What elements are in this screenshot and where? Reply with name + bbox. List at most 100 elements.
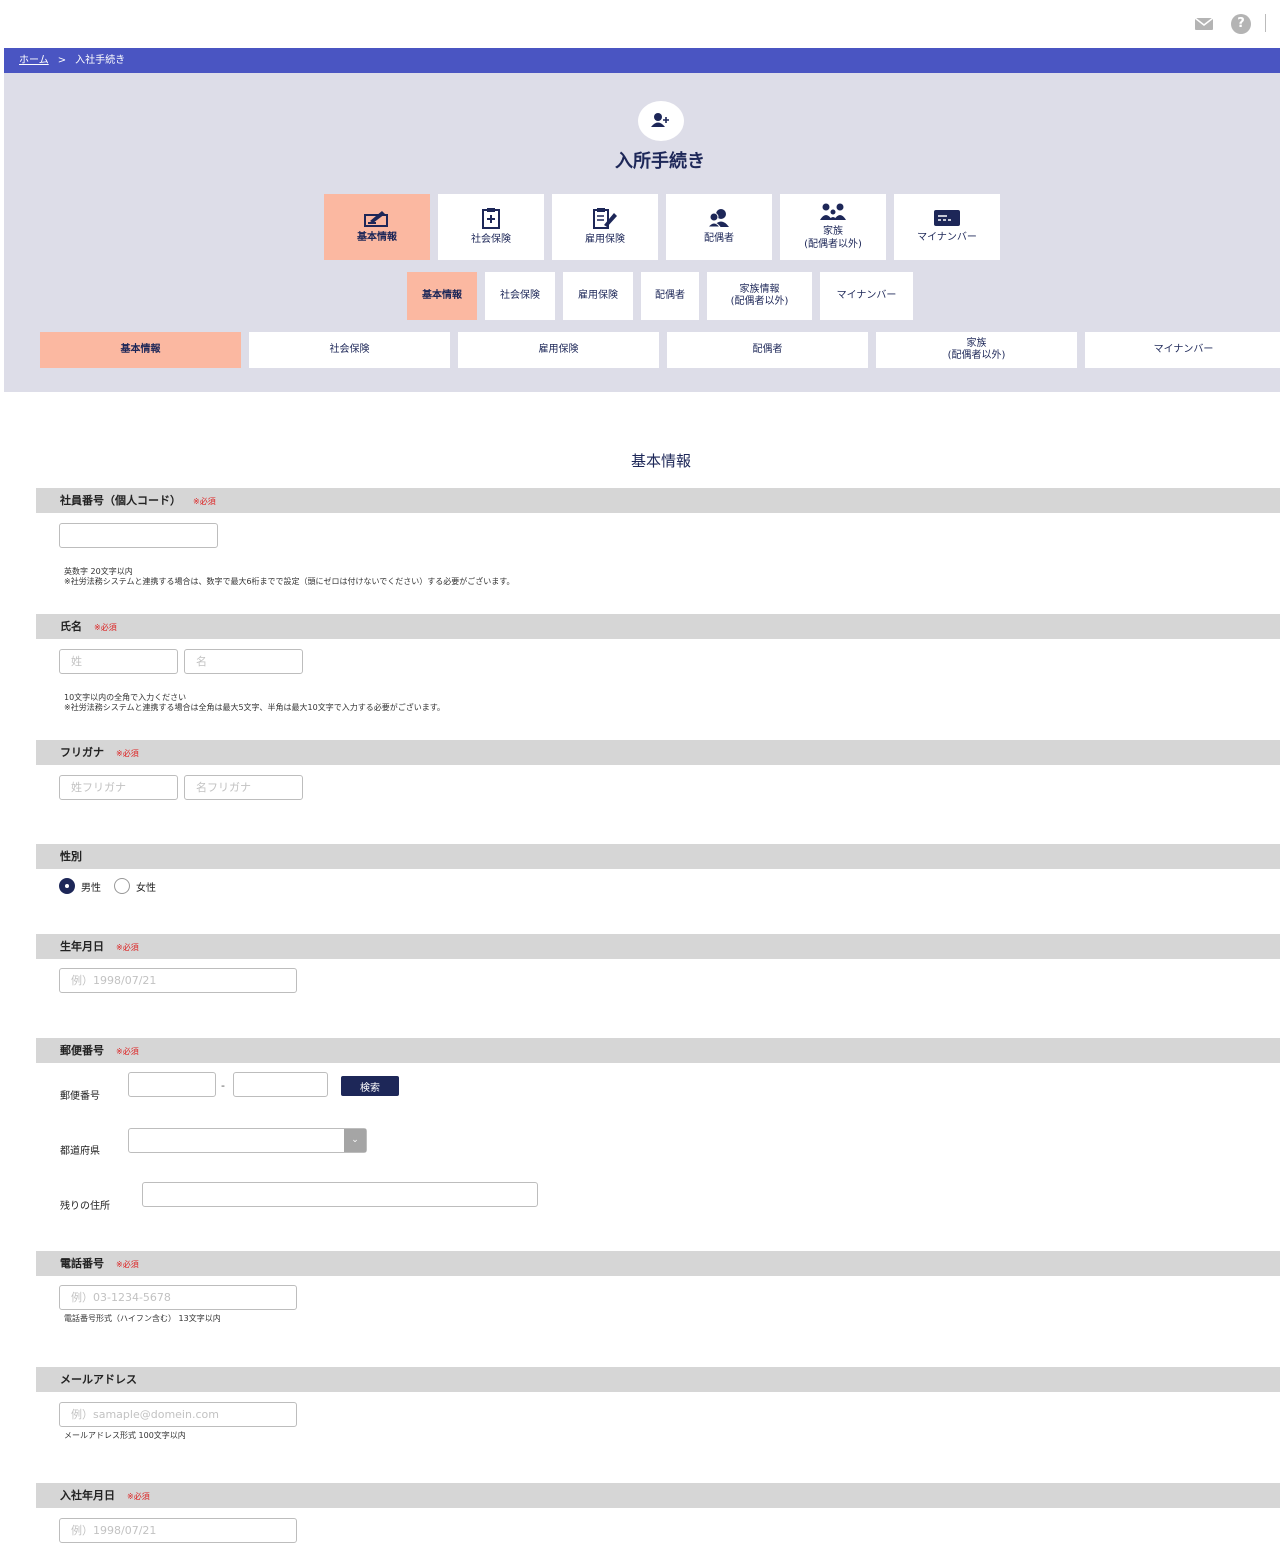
- sub-tab-my-number[interactable]: マイナンバー: [820, 272, 913, 320]
- required-badge: ※必須: [116, 943, 139, 952]
- main-tabs: 基本情報 社会保険 雇用保険 配偶者 家族 (配偶者以外) マイナンバー: [324, 194, 1000, 260]
- field-label: 郵便番号: [60, 1044, 104, 1057]
- breadcrumb-current: 入社手続き: [75, 55, 126, 66]
- field-label: 性別: [60, 850, 82, 863]
- main-tab-my-number[interactable]: マイナンバー: [894, 194, 1000, 260]
- name-note: 10文字以内の全角で入力ください ※社労法務システムと連携する場合は全角は最大5…: [64, 693, 445, 713]
- wide-tab-social-insurance[interactable]: 社会保険: [249, 332, 450, 368]
- postal-search-button[interactable]: 検索: [341, 1076, 399, 1096]
- note-line: 10文字以内の全角で入力ください: [64, 693, 187, 702]
- last-name-input[interactable]: [59, 649, 178, 674]
- breadcrumb-home-link[interactable]: ホーム: [19, 55, 49, 66]
- field-header-name: 氏名 ※必須: [36, 614, 1280, 639]
- first-name-input[interactable]: [184, 649, 303, 674]
- field-label: 入社年月日: [60, 1489, 115, 1502]
- employee-no-input[interactable]: [59, 523, 218, 548]
- phone-note: 電話番号形式（ハイフン含む） 13文字以内: [64, 1314, 221, 1323]
- wide-tab-spouse[interactable]: 配偶者: [667, 332, 868, 368]
- field-header-postal: 郵便番号 ※必須: [36, 1038, 1280, 1063]
- radio-label: 男性: [81, 882, 101, 894]
- section-title: 基本情報: [630, 452, 691, 470]
- wide-tab-my-number[interactable]: マイナンバー: [1085, 332, 1280, 368]
- postal-sub-label: 郵便番号: [60, 1091, 100, 1102]
- main-tab-label: 社会保険: [471, 234, 511, 246]
- join-date-input[interactable]: [59, 1518, 297, 1543]
- sub-tab-family[interactable]: 家族情報 (配偶者以外): [707, 272, 812, 320]
- field-header-employee-no: 社員番号（個人コード） ※必須: [36, 488, 1280, 513]
- prefecture-label: 都道府県: [60, 1146, 100, 1157]
- field-header-gender: 性別: [36, 844, 1280, 869]
- gender-radio-female[interactable]: 女性: [114, 878, 156, 894]
- hero-panel: 入所手続き 基本情報 社会保険 雇用保険 配偶者 家族 (配偶者以外) マイナン…: [4, 73, 1280, 392]
- wide-tab-basic-info[interactable]: 基本情報: [40, 332, 241, 368]
- main-tab-basic-info[interactable]: 基本情報: [324, 194, 430, 260]
- wide-tabs: 基本情報 社会保険 雇用保険 配偶者 家族 (配偶者以外) マイナンバー: [40, 332, 1280, 368]
- field-header-email: メールアドレス: [36, 1367, 1280, 1392]
- field-label: 氏名: [60, 620, 82, 633]
- basic-info-icon: [364, 211, 388, 228]
- main-tab-employment-insurance[interactable]: 雇用保険: [552, 194, 658, 260]
- required-badge: ※必須: [94, 623, 117, 632]
- postal-dash: -: [221, 1079, 225, 1092]
- clipboard-pen-icon: [593, 208, 617, 230]
- mail-icon[interactable]: [1195, 18, 1213, 30]
- email-note: メールアドレス形式 100文字以内: [64, 1431, 186, 1440]
- field-label: 電話番号: [60, 1257, 104, 1270]
- wide-tab-family[interactable]: 家族 (配偶者以外): [876, 332, 1077, 368]
- avatar: [638, 101, 684, 141]
- postal-code-first-input[interactable]: [128, 1072, 216, 1097]
- gender-radio-male[interactable]: 男性: [59, 878, 101, 894]
- divider: [1265, 14, 1266, 32]
- breadcrumb: ホーム > 入社手続き: [4, 48, 1280, 73]
- chevron-down-icon[interactable]: ⌄: [344, 1129, 366, 1152]
- sub-tab-social-insurance[interactable]: 社会保険: [485, 272, 555, 320]
- note-line: ※社労法務システムと連携する場合は、数字で最大6桁までで設定（頭にゼロは付けない…: [64, 577, 515, 586]
- main-tab-label: マイナンバー: [917, 232, 977, 244]
- birthday-input[interactable]: [59, 968, 297, 993]
- main-tab-spouse[interactable]: 配偶者: [666, 194, 772, 260]
- radio-indicator[interactable]: [114, 878, 130, 894]
- top-bar: ?: [0, 0, 1280, 48]
- last-name-kana-input[interactable]: [59, 775, 178, 800]
- help-icon[interactable]: ?: [1231, 14, 1251, 34]
- main-tab-label: 家族 (配偶者以外): [804, 226, 862, 250]
- note-line: ※社労法務システムと連携する場合は全角は最大5文字、半角は最大10文字で入力する…: [64, 703, 445, 712]
- prefecture-select[interactable]: ⌄: [128, 1128, 367, 1153]
- main-tab-family[interactable]: 家族 (配偶者以外): [780, 194, 886, 260]
- wide-tab-employment-insurance[interactable]: 雇用保険: [458, 332, 659, 368]
- family-icon: [820, 203, 846, 220]
- employee-no-note: 英数字 20文字以内 ※社労法務システムと連携する場合は、数字で最大6桁までで設…: [64, 567, 515, 587]
- note-line: 英数字 20文字以内: [64, 567, 133, 576]
- spouse-icon: [707, 209, 729, 228]
- sub-tab-basic-info[interactable]: 基本情報: [407, 272, 477, 320]
- phone-input[interactable]: [59, 1285, 297, 1310]
- breadcrumb-separator: >: [57, 55, 67, 66]
- field-header-phone: 電話番号 ※必須: [36, 1251, 1280, 1276]
- required-badge: ※必須: [116, 1047, 139, 1056]
- required-badge: ※必須: [116, 749, 139, 758]
- required-badge: ※必須: [116, 1260, 139, 1269]
- postal-code-second-input[interactable]: [233, 1072, 328, 1097]
- main-tab-label: 雇用保険: [585, 234, 625, 246]
- field-header-birthday: 生年月日 ※必須: [36, 934, 1280, 959]
- sub-tab-employment-insurance[interactable]: 雇用保険: [563, 272, 633, 320]
- sub-tab-spouse[interactable]: 配偶者: [641, 272, 699, 320]
- radio-indicator[interactable]: [59, 878, 75, 894]
- field-label: メールアドレス: [60, 1373, 137, 1386]
- user-plus-icon: [651, 113, 669, 127]
- first-name-kana-input[interactable]: [184, 775, 303, 800]
- radio-label: 女性: [136, 882, 156, 894]
- clipboard-plus-icon: [482, 208, 500, 230]
- id-card-icon: [934, 210, 960, 227]
- address-label: 残りの住所: [60, 1201, 110, 1212]
- required-badge: ※必須: [127, 1492, 150, 1501]
- main-tab-social-insurance[interactable]: 社会保険: [438, 194, 544, 260]
- field-label: フリガナ: [60, 746, 104, 759]
- main-tab-label: 基本情報: [357, 232, 397, 244]
- main-tab-label: 配偶者: [704, 233, 734, 245]
- field-header-join-date: 入社年月日 ※必須: [36, 1483, 1280, 1508]
- field-label: 生年月日: [60, 940, 104, 953]
- address-input[interactable]: [142, 1182, 538, 1207]
- required-badge: ※必須: [193, 497, 216, 506]
- email-input[interactable]: [59, 1402, 297, 1427]
